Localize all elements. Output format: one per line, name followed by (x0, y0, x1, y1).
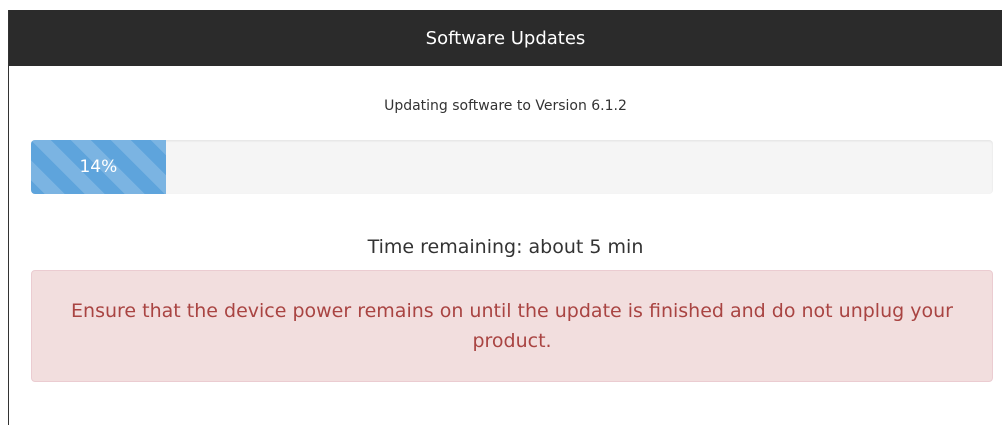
dialog-body: Updating software to Version 6.1.2 14% T… (9, 66, 1002, 425)
update-subtitle: Updating software to Version 6.1.2 (384, 98, 627, 114)
software-update-dialog: Software Updates Updating software to Ve… (8, 10, 1002, 425)
update-progress-bar: 14% (31, 140, 993, 194)
dialog-title-bar: Software Updates (9, 10, 1002, 66)
time-remaining: Time remaining: about 5 min (367, 236, 644, 258)
power-warning-text: Ensure that the device power remains on … (71, 300, 953, 352)
progress-percent-label: 14% (79, 157, 118, 177)
dialog-title: Software Updates (425, 27, 586, 49)
power-warning-alert: Ensure that the device power remains on … (31, 270, 993, 382)
progress-fill: 14% (31, 140, 166, 194)
